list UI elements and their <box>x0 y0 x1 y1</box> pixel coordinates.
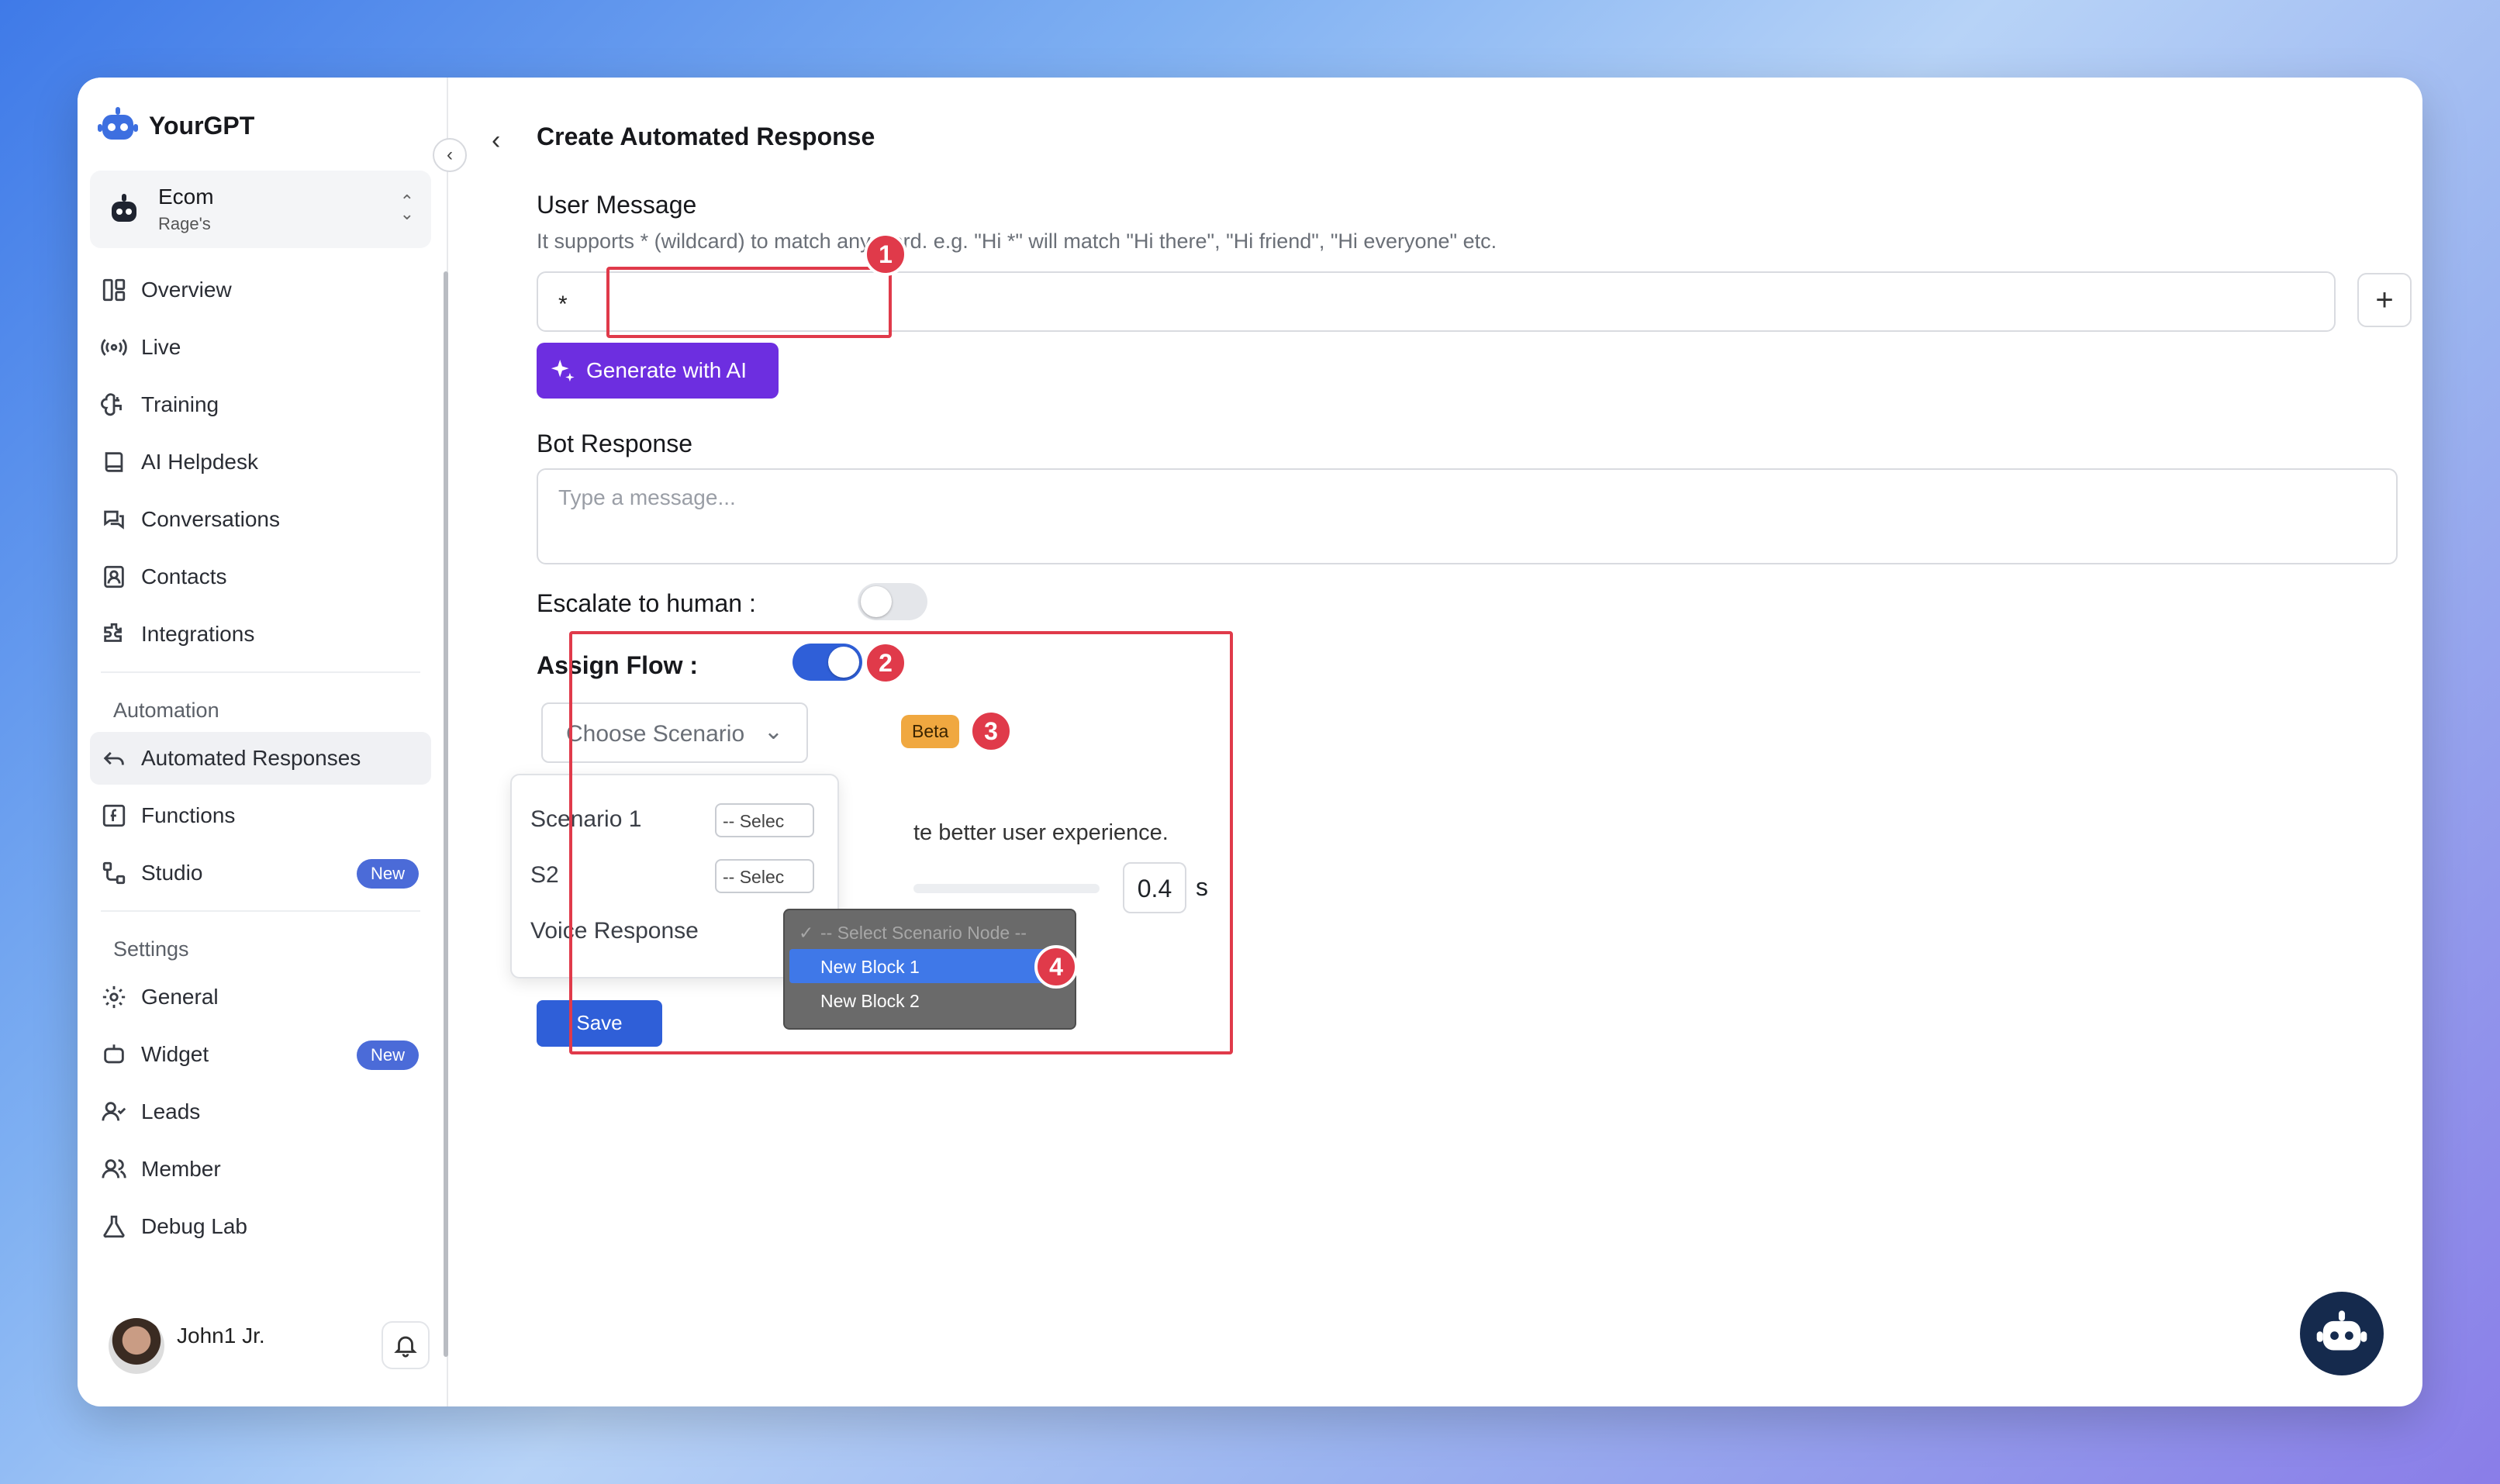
chevron-left-icon: ‹ <box>447 144 453 165</box>
sidebar-item-label: Functions <box>141 803 236 827</box>
user-name: John1 Jr. <box>177 1324 265 1348</box>
reply-arrow-icon <box>103 751 124 765</box>
sidebar-item-label: Studio <box>141 861 203 885</box>
gear-icon <box>102 985 126 1009</box>
sidebar-item-label: Integrations <box>141 622 255 646</box>
new-badge: New <box>356 859 419 889</box>
toggle-knob <box>861 586 892 617</box>
sidebar-item-label: AI Helpdesk <box>141 450 258 474</box>
avatar <box>109 1318 164 1374</box>
sidebar-item-label: Automated Responses <box>141 746 361 770</box>
sidebar-item-label: Leads <box>141 1099 201 1123</box>
sidebar-item-label: Member <box>141 1157 221 1181</box>
sidebar-item-general[interactable]: General <box>90 971 431 1023</box>
chat-bubbles-icon <box>104 510 124 530</box>
puzzle-icon <box>104 623 122 642</box>
plus-icon: + <box>2375 282 2394 317</box>
nav-section-settings: Settings <box>113 937 189 961</box>
sidebar-item-label: Debug Lab <box>141 1214 248 1238</box>
app-window: YourGPT Ecom Rage's ⌃ ⌄ Overview Live Tr… <box>78 78 2422 1406</box>
users-icon <box>102 1159 126 1179</box>
sidebar-item-leads[interactable]: Leads <box>90 1085 431 1138</box>
sidebar-item-widget[interactable]: Widget New <box>90 1028 431 1081</box>
broadcast-icon <box>101 339 127 356</box>
brand-name: YourGPT <box>149 111 255 140</box>
generate-label: Generate with AI <box>586 358 748 382</box>
sidebar-item-integrations[interactable]: Integrations <box>90 608 431 661</box>
chat-widget-button[interactable] <box>2300 1292 2384 1375</box>
bot-response-textarea[interactable]: Type a message... <box>537 468 2398 564</box>
sidebar-item-contacts[interactable]: Contacts <box>90 550 431 603</box>
user-message-label: User Message <box>537 191 697 219</box>
layout-icon <box>102 278 126 302</box>
project-subtitle: Rage's <box>158 214 211 233</box>
annotation-marker: 4 <box>1034 945 1078 989</box>
flow-icon <box>102 861 126 885</box>
sidebar-item-member[interactable]: Member <box>90 1143 431 1196</box>
project-switcher[interactable]: Ecom Rage's ⌃ ⌄ <box>90 171 431 248</box>
nav-divider <box>101 671 420 673</box>
escalate-label: Escalate to human : <box>537 589 756 617</box>
sidebar-item-label: Overview <box>141 278 232 302</box>
brain-icon <box>101 393 122 416</box>
user-check-icon <box>102 1102 126 1121</box>
sidebar-item-conversations[interactable]: Conversations <box>90 493 431 546</box>
collapse-sidebar-button[interactable]: ‹ <box>433 138 467 172</box>
escalate-toggle[interactable] <box>858 583 927 620</box>
notification-button[interactable] <box>382 1321 430 1369</box>
sidebar-item-studio[interactable]: Studio New <box>90 847 431 899</box>
brand[interactable]: YourGPT <box>98 105 254 146</box>
robot-icon <box>2316 1310 2367 1351</box>
generate-with-ai-button[interactable]: Generate with AI <box>537 343 779 399</box>
sidebar-nav: Overview Live Training AI Helpdesk Conve… <box>90 264 431 1258</box>
nav-divider <box>101 910 420 912</box>
bot-avatar-icon <box>105 190 143 229</box>
contact-card-icon <box>104 565 124 588</box>
sidebar-item-training[interactable]: Training <box>90 378 431 431</box>
sidebar-item-label: Conversations <box>141 507 280 531</box>
chevron-updown-icon: ⌃ ⌄ <box>399 192 414 223</box>
annotation-box-1 <box>606 267 892 338</box>
bot-response-label: Bot Response <box>537 430 693 457</box>
robot-icon <box>104 1044 124 1064</box>
new-badge: New <box>356 1041 419 1070</box>
sidebar-item-live[interactable]: Live <box>90 321 431 374</box>
sidebar: YourGPT Ecom Rage's ⌃ ⌄ Overview Live Tr… <box>78 78 448 1406</box>
flask-icon <box>103 1215 125 1238</box>
sparkle-icon <box>551 359 575 382</box>
project-name: Ecom <box>158 185 214 209</box>
back-arrow-icon[interactable]: ‹ <box>492 126 500 156</box>
annotation-marker: 2 <box>864 641 907 685</box>
sidebar-item-label: Live <box>141 335 181 359</box>
sidebar-item-ai-helpdesk[interactable]: AI Helpdesk <box>90 436 431 488</box>
annotation-marker: 3 <box>969 709 1013 753</box>
function-icon <box>102 804 126 827</box>
bell-icon <box>394 1336 417 1358</box>
sidebar-item-automated-responses[interactable]: Automated Responses <box>90 732 431 785</box>
sidebar-item-label: General <box>141 985 219 1009</box>
sidebar-item-functions[interactable]: Functions <box>90 789 431 842</box>
main-content: ‹ Create Automated Response User Message… <box>448 78 2422 1406</box>
scenario-row-name: S2 <box>530 862 559 888</box>
page-title: Create Automated Response <box>537 123 875 150</box>
user-message-help: It supports * (wildcard) to match any wo… <box>537 230 1497 253</box>
sidebar-item-label: Contacts <box>141 564 227 588</box>
annotation-box-2 <box>569 631 1233 1054</box>
sidebar-item-overview[interactable]: Overview <box>90 264 431 316</box>
nav-section-automation: Automation <box>113 698 219 722</box>
add-message-button[interactable]: + <box>2357 273 2412 327</box>
user-profile[interactable]: John1 Jr. <box>109 1318 265 1374</box>
sidebar-item-label: Widget <box>141 1042 209 1066</box>
book-icon <box>105 452 123 472</box>
yourgpt-logo-icon <box>98 107 138 140</box>
annotation-marker: 1 <box>864 233 907 276</box>
sidebar-item-label: Training <box>141 392 219 416</box>
sidebar-item-debug-lab[interactable]: Debug Lab <box>90 1200 431 1253</box>
